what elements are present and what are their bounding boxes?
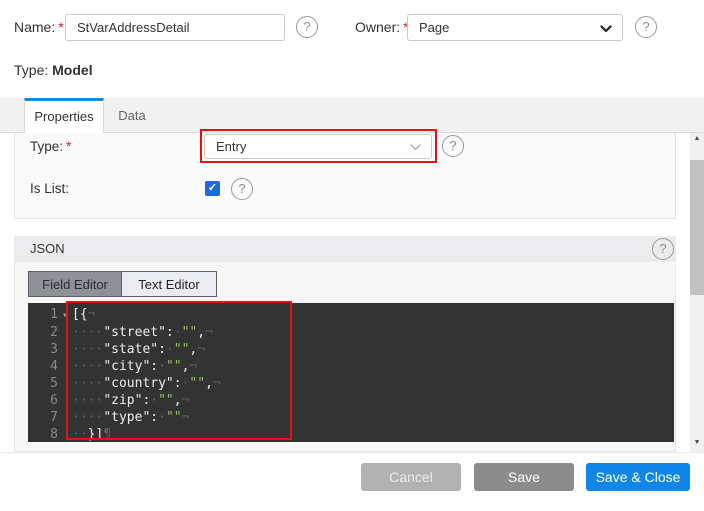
code-line: 3····"state":·"",¬ — [28, 341, 674, 358]
chevron-down-icon — [600, 25, 612, 33]
field-editor-button[interactable]: Field Editor — [29, 272, 122, 296]
code-line: 8··}]¶ — [28, 426, 674, 442]
json-help-icon[interactable]: ? — [652, 238, 674, 260]
scroll-down-icon[interactable]: ▼ — [690, 437, 704, 449]
type-model-value: Model — [52, 62, 92, 78]
code-line: 4····"city":·"",¬ — [28, 358, 674, 375]
json-section-header: JSON — [14, 236, 676, 262]
tab-bar: Properties Data — [0, 98, 704, 133]
code-line: 5····"country":·"",¬ — [28, 375, 674, 392]
scroll-up-icon[interactable]: ▲ — [690, 133, 704, 145]
tab-properties[interactable]: Properties — [24, 98, 104, 133]
fold-arrow-icon[interactable]: ▾ — [58, 307, 72, 324]
is-list-checkbox[interactable]: ✓ — [205, 181, 220, 196]
name-input[interactable] — [65, 14, 285, 41]
vertical-scrollbar[interactable]: ▲ ▼ — [690, 133, 704, 452]
required-asterisk: * — [58, 19, 63, 35]
type-model-text: Type: Model — [14, 62, 93, 78]
owner-select[interactable]: Page — [407, 14, 623, 41]
save-and-close-button[interactable]: Save & Close — [586, 463, 690, 491]
content-bottom-divider — [0, 452, 704, 453]
owner-select-value: Page — [419, 20, 449, 35]
tab-data[interactable]: Data — [104, 98, 160, 133]
type-select-value: Entry — [216, 139, 246, 154]
is-list-help-icon[interactable]: ? — [231, 178, 253, 200]
is-list-label: Is List: — [30, 181, 69, 196]
type-field-label: Type:* — [30, 139, 71, 154]
owner-help-icon[interactable]: ? — [635, 16, 657, 38]
cancel-button[interactable]: Cancel — [361, 463, 461, 491]
json-section-title: JSON — [30, 241, 65, 256]
save-button[interactable]: Save — [474, 463, 574, 491]
type-select[interactable]: Entry — [204, 134, 432, 159]
name-help-icon[interactable]: ? — [296, 16, 318, 38]
code-line: 6····"zip":·"",¬ — [28, 392, 674, 409]
code-line: 2····"street":·"",¬ — [28, 324, 674, 341]
name-label: Name:* — [14, 14, 64, 41]
chevron-down-icon — [410, 144, 421, 151]
json-code-editor[interactable]: 1▾[{¬ 2····"street":·"",¬ 3····"state":·… — [28, 303, 674, 442]
text-editor-button[interactable]: Text Editor — [122, 272, 216, 296]
variable-editor-dialog: Name:* ? Owner:* Page ? Type: Model Prop… — [0, 0, 704, 511]
owner-label: Owner:* — [355, 14, 409, 41]
scrollbar-thumb[interactable] — [690, 160, 704, 295]
editor-mode-toggle: Field Editor Text Editor — [28, 271, 217, 297]
code-line: 7····"type":·""¬ — [28, 409, 674, 426]
type-help-icon[interactable]: ? — [442, 135, 464, 157]
code-line: 1▾[{¬ — [28, 306, 674, 324]
